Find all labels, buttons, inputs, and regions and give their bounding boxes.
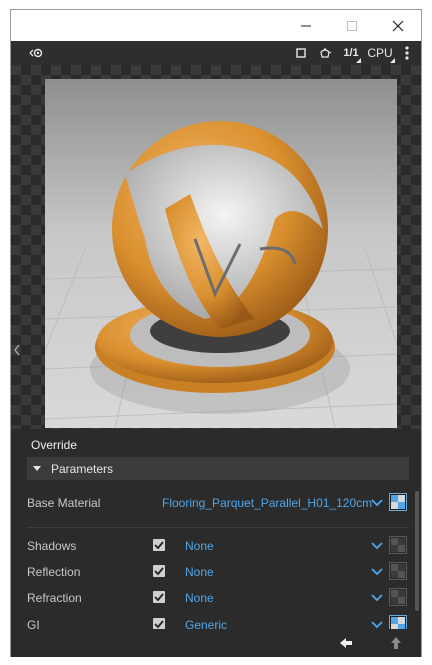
minimize-button[interactable] [283, 10, 329, 41]
shadows-checkbox[interactable] [153, 539, 165, 551]
chevron-down-icon[interactable] [370, 564, 384, 578]
reflection-checkbox[interactable] [153, 565, 165, 577]
parameters-section-label: Parameters [51, 461, 114, 476]
preview-scene-button[interactable] [315, 41, 335, 65]
refraction-map-button[interactable] [389, 588, 407, 606]
engine-label: CPU [367, 46, 393, 60]
base-material-label: Base Material [27, 496, 101, 510]
override-row-shadows: Shadows None [27, 535, 409, 557]
corner-triangle-icon [390, 58, 395, 63]
chevron-down-icon[interactable] [370, 590, 384, 604]
base-material-row: Base Material Flooring_Parquet_Parallel_… [27, 492, 409, 514]
render-mode-icon [29, 48, 43, 58]
section-divider [27, 527, 409, 528]
reflection-value[interactable]: None [185, 565, 214, 579]
more-vertical-icon [405, 46, 409, 60]
shadows-value[interactable]: None [185, 539, 214, 553]
minimize-icon [301, 25, 311, 26]
shadows-label: Shadows [27, 539, 77, 553]
shadows-map-button[interactable] [389, 536, 407, 554]
override-row-refraction: Refraction None [27, 587, 409, 609]
panel-title: Override [31, 438, 78, 452]
preview-toolbar: 1/1 CPU [11, 41, 421, 65]
arrow-up-icon [391, 637, 401, 649]
expand-panel-button[interactable] [11, 335, 23, 365]
title-bar [11, 10, 421, 41]
base-material-value[interactable]: Flooring_Parquet_Parallel_H01_120cm [162, 496, 372, 510]
refraction-label: Refraction [27, 591, 82, 605]
more-options-button[interactable] [401, 41, 413, 65]
region-select-icon [296, 48, 306, 58]
arrow-left-icon [340, 638, 352, 648]
checkmark-icon [154, 593, 164, 602]
maximize-icon [347, 20, 357, 31]
material-map-button[interactable] [389, 493, 407, 511]
reflection-map-button[interactable] [389, 562, 407, 580]
refraction-checkbox[interactable] [153, 591, 165, 603]
material-preview-viewport[interactable] [11, 65, 421, 429]
collapse-triangle-icon [33, 466, 41, 471]
checkmark-icon [154, 541, 164, 550]
close-button[interactable] [375, 10, 421, 41]
up-button[interactable] [388, 635, 404, 651]
override-panel: Override Parameters Base Material Floori… [11, 429, 421, 633]
material-preview-render [45, 79, 397, 428]
override-row-reflection: Reflection None [27, 561, 409, 583]
corner-triangle-icon [356, 58, 361, 63]
chevron-down-icon[interactable] [370, 495, 384, 509]
panel-scrollbar[interactable] [415, 491, 419, 611]
checkmark-icon [154, 620, 164, 629]
checkmark-icon [154, 567, 164, 576]
render-mode-button[interactable] [27, 41, 47, 65]
bottom-toolbar [11, 629, 421, 657]
reflection-label: Reflection [27, 565, 81, 579]
back-button[interactable] [338, 635, 354, 651]
material-editor-window: 1/1 CPU Override Parameters Base Materia… [10, 9, 422, 657]
engine-dropdown[interactable]: CPU [365, 41, 395, 65]
resolution-dropdown[interactable]: 1/1 [341, 41, 361, 65]
close-icon [392, 20, 404, 31]
region-select-button[interactable] [293, 41, 309, 65]
refraction-value[interactable]: None [185, 591, 214, 605]
chevron-down-icon[interactable] [370, 538, 384, 552]
maximize-button[interactable] [329, 10, 375, 41]
chevron-left-icon [14, 344, 20, 356]
teapot-icon [320, 48, 332, 58]
parameters-section-header[interactable]: Parameters [27, 457, 409, 480]
